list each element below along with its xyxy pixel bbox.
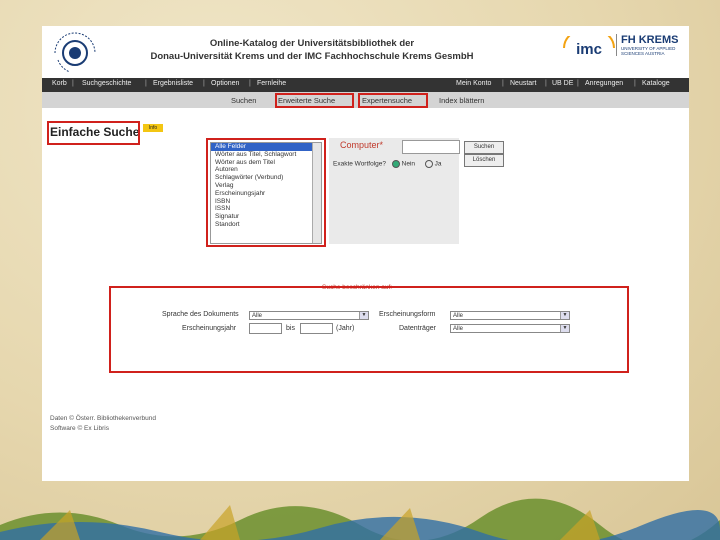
- radio-nein[interactable]: [391, 160, 400, 168]
- title-line-1: Online-Katalog der Universitätsbibliothe…: [209, 38, 415, 49]
- nav-separator: |: [634, 80, 636, 87]
- nav-optionen[interactable]: Optionen: [211, 80, 239, 87]
- nav-kataloge[interactable]: Kataloge: [642, 80, 670, 87]
- fh-krems-logo: FH KREMS UNIVERSITY OF APPLIED SCIENCES …: [616, 34, 687, 56]
- highlight-restrictions: [109, 286, 629, 373]
- nav-mein-konto[interactable]: Mein Konto: [456, 80, 491, 87]
- search-button[interactable]: Suchen: [464, 141, 504, 154]
- info-button[interactable]: Info: [143, 124, 163, 132]
- footer-line-2: Software © Ex Libris: [50, 425, 109, 432]
- nav-separator: |: [249, 80, 251, 87]
- browser-content: Online-Katalog der Universitätsbibliothe…: [42, 26, 689, 481]
- highlight-expertensuche: [358, 93, 428, 108]
- main-navbar: Korb | Suchgeschichte | Ergebnisliste | …: [42, 78, 689, 92]
- search-input[interactable]: [402, 140, 460, 154]
- fh-subtitle-2: SCIENCES AUSTRIA: [621, 51, 665, 56]
- nav-separator: |: [502, 80, 504, 87]
- imc-logo-text: imc: [576, 41, 602, 58]
- nav-ub-de[interactable]: UB DE: [552, 80, 573, 87]
- nav-separator: |: [545, 80, 547, 87]
- radio-ja-label: Ja: [434, 160, 442, 168]
- highlight-field-list: [206, 138, 326, 247]
- nav-anregungen[interactable]: Anregungen: [585, 80, 623, 87]
- title-line-2: Donau-Universität Krems und der IMC Fach…: [150, 51, 474, 62]
- nav-separator: |: [145, 80, 147, 87]
- nav-neustart[interactable]: Neustart: [510, 80, 536, 87]
- nav-fernleihe[interactable]: Fernleihe: [257, 80, 286, 87]
- footer: Daten © Österr. Bibliothekenverbund Soft…: [50, 414, 156, 434]
- nav-korb[interactable]: Korb: [52, 80, 67, 87]
- imc-logo: imc: [563, 36, 615, 58]
- clear-button[interactable]: Löschen: [464, 154, 504, 167]
- tab-index-blaettern[interactable]: Index blättern: [439, 96, 484, 105]
- decorative-border: [0, 498, 720, 540]
- nav-separator: |: [72, 80, 74, 87]
- nav-suchgeschichte[interactable]: Suchgeschichte: [82, 80, 131, 87]
- nav-ergebnisliste[interactable]: Ergebnisliste: [153, 80, 193, 87]
- nav-separator: |: [577, 80, 579, 87]
- catalog-title: Online-Katalog der Universitätsbibliothe…: [112, 37, 512, 63]
- highlight-erweiterte-suche: [275, 93, 354, 108]
- tab-suchen[interactable]: Suchen: [231, 96, 256, 105]
- donau-university-logo: [54, 32, 96, 73]
- catalog-header: Online-Katalog der Universitätsbibliothe…: [42, 26, 689, 76]
- search-query-text: Computer*: [340, 140, 384, 150]
- fh-title: FH KREMS: [621, 34, 679, 46]
- footer-line-1: Daten © Österr. Bibliothekenverbund: [50, 415, 156, 422]
- exact-phrase-row: Exakte Wortfolge? Nein Ja: [333, 160, 442, 168]
- exact-phrase-label: Exakte Wortfolge?: [333, 160, 386, 168]
- highlight-einfache-suche: [47, 121, 140, 145]
- radio-nein-label: Nein: [401, 160, 415, 168]
- nav-separator: |: [203, 80, 205, 87]
- radio-ja[interactable]: [424, 160, 433, 168]
